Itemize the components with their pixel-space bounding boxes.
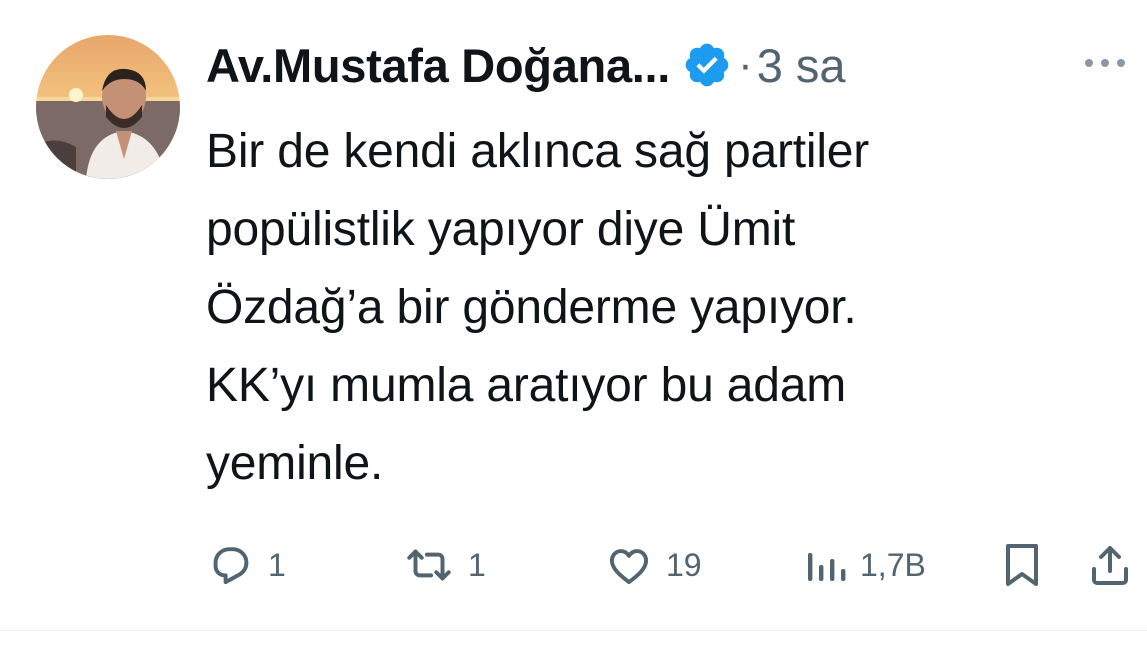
timestamp[interactable]: 3 sa [757,38,846,93]
divider [0,630,1147,631]
separator-dot: · [738,40,753,89]
bookmark-icon [998,539,1046,591]
reply-count: 1 [268,546,286,583]
action-bar: 1 1 19 1,7B [0,538,1147,592]
share-button[interactable] [1086,538,1134,592]
views-button[interactable]: 1,7B [804,538,926,592]
reply-button[interactable]: 1 [206,538,286,592]
tweet-header: Av.Mustafa Doğana... · 3 sa [206,30,846,100]
display-name[interactable]: Av.Mustafa Doğana... [206,38,670,93]
heart-icon [604,540,654,590]
share-icon [1086,540,1134,590]
retweet-count: 1 [468,546,486,583]
views-count: 1,7B [860,546,926,583]
retweet-icon [402,540,456,590]
more-options-icon[interactable] [1080,48,1130,78]
reply-icon [206,540,256,590]
avatar[interactable] [36,35,180,179]
verified-badge-icon[interactable] [682,40,732,90]
bookmark-button[interactable] [998,538,1046,592]
tweet-text: Bir de kendi aklınca sağ partiler popüli… [206,125,870,490]
views-icon [804,540,848,590]
like-count: 19 [666,546,702,583]
retweet-button[interactable]: 1 [402,538,486,592]
tweet-card[interactable]: Av.Mustafa Doğana... · 3 sa Bir de kendi… [0,0,1147,663]
like-button[interactable]: 19 [604,538,702,592]
